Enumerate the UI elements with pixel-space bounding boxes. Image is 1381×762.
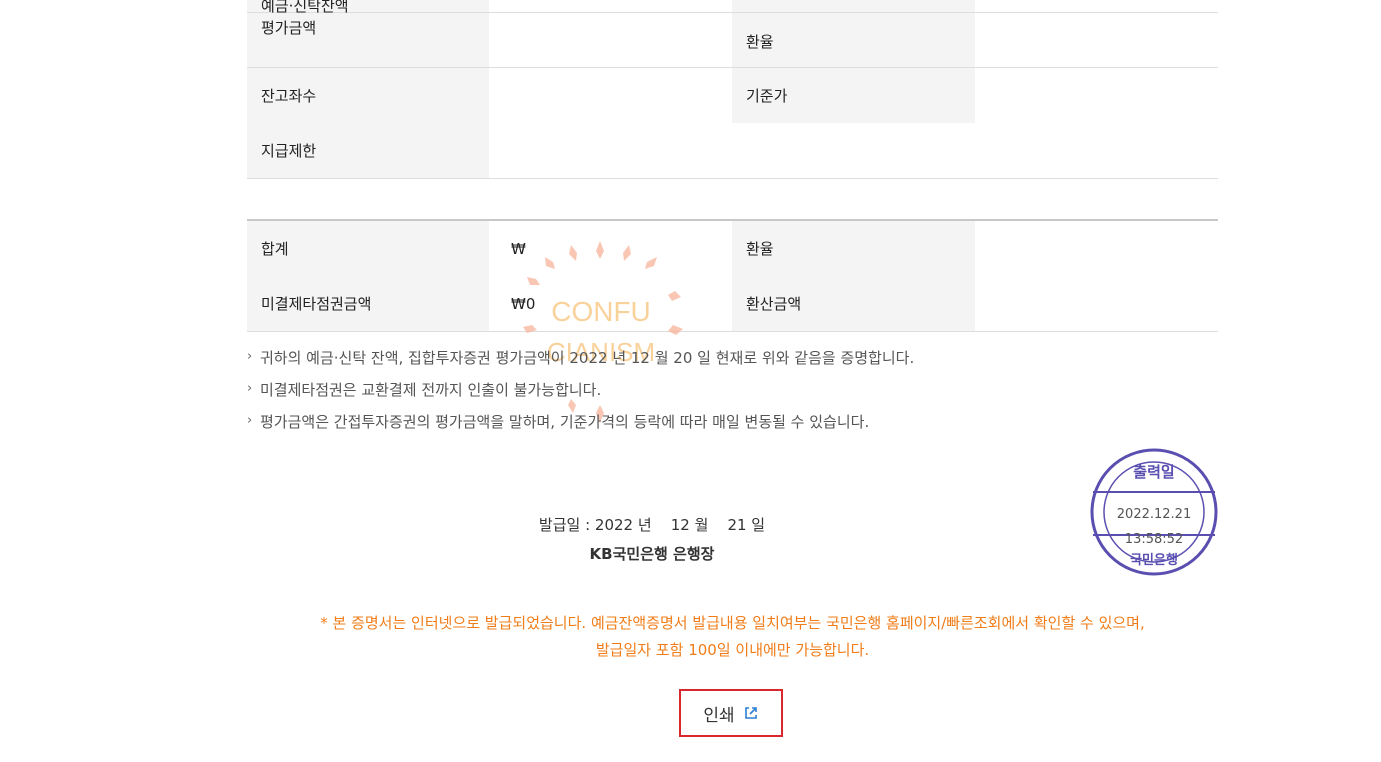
row-value-cell xyxy=(975,68,1218,123)
notice-item: › 평가금액은 간접투자증권의 평가금액을 말하며, 기준가격의 등락에 따라 … xyxy=(247,409,1218,441)
row-label-cell xyxy=(732,0,975,12)
notice-list: › 귀하의 예금·신탁 잔액, 집합투자증권 평가금액이 2022 년 12 월… xyxy=(247,345,1218,441)
row-label: 기준가 xyxy=(746,87,788,105)
chevron-right-icon: › xyxy=(247,349,253,364)
print-button[interactable]: 인쇄 xyxy=(679,689,783,737)
total-value: ₩ xyxy=(511,239,526,258)
row-value-cell xyxy=(489,68,732,123)
internet-issue-notice: * 본 증명서는 인터넷으로 발급되었습니다. 예금잔액증명서 발급내용 일치여… xyxy=(247,610,1218,664)
row-value-cell xyxy=(975,221,1218,276)
stamp-top-text: 출력일 xyxy=(1133,463,1174,481)
row-value-cell xyxy=(489,12,732,67)
notice-item: › 미결제타점권은 교환결제 전까지 인출이 불가능합니다. xyxy=(247,377,1218,409)
bank-name: KB국민은행 은행장 xyxy=(589,545,715,563)
row-value-cell xyxy=(975,12,1218,67)
uncleared-value: ₩0 xyxy=(511,294,536,313)
row-label-cell: 기준가 xyxy=(732,68,975,123)
table-row: 잔고좌수 기준가 xyxy=(247,68,1218,124)
chevron-right-icon: › xyxy=(247,381,253,396)
row-label-cell: 환율 xyxy=(732,12,975,67)
row-label-cell: 예금·신탁잔액 xyxy=(247,0,489,15)
row-label-cell: 합계 xyxy=(247,221,489,276)
row-value-cell xyxy=(489,123,1218,178)
row-label: 환율 xyxy=(746,33,774,51)
row-label-cell: 잔고좌수 xyxy=(247,68,489,123)
row-value-cell: ₩ xyxy=(489,221,732,276)
row-label-partial: 예금·신탁잔액 xyxy=(261,0,349,15)
notice-text: 귀하의 예금·신탁 잔액, 집합투자증권 평가금액이 2022 년 12 월 2… xyxy=(260,349,915,367)
row-label-cell: 평가금액 xyxy=(247,12,489,67)
row-value-cell: ₩0 xyxy=(489,276,732,331)
external-link-icon xyxy=(744,707,757,719)
row-label-cell: 미결제타점권금액 xyxy=(247,276,489,331)
row-label: 합계 xyxy=(261,240,289,258)
table-row: 지급제한 xyxy=(247,123,1218,179)
notice-line: * 본 증명서는 인터넷으로 발급되었습니다. 예금잔액증명서 발급내용 일치여… xyxy=(320,614,1145,632)
stamp-time: 13:58:52 xyxy=(1125,532,1183,547)
notice-item: › 귀하의 예금·신탁 잔액, 집합투자증권 평가금액이 2022 년 12 월… xyxy=(247,345,1218,377)
print-date-stamp: 출력일 2022.12.21 13:58:52 국민은행 xyxy=(1090,448,1218,576)
print-button-label: 인쇄 xyxy=(703,705,735,726)
row-label-cell: 환산금액 xyxy=(732,276,975,331)
row-label: 환산금액 xyxy=(746,295,802,313)
table-row: 미결제타점권금액 ₩0 환산금액 xyxy=(247,276,1218,332)
row-label-cell: 지급제한 xyxy=(247,123,489,178)
row-label: 미결제타점권금액 xyxy=(261,295,372,313)
issue-date: 발급일 : 2022 년 12 월 21 일 xyxy=(538,516,766,534)
row-label: 환율 xyxy=(746,240,774,258)
row-label: 지급제한 xyxy=(261,142,317,160)
row-label: 잔고좌수 xyxy=(261,87,317,105)
row-value-cell xyxy=(489,0,732,12)
table-row: 합계 ₩ 환율 xyxy=(247,221,1218,277)
table-row: 평가금액 환율 xyxy=(247,12,1218,68)
chevron-right-icon: › xyxy=(247,413,253,428)
stamp-bottom-text: 국민은행 xyxy=(1130,552,1178,568)
row-value-cell xyxy=(975,0,1218,12)
notice-text: 평가금액은 간접투자증권의 평가금액을 말하며, 기준가격의 등락에 따라 매일… xyxy=(260,413,870,431)
stamp-date: 2022.12.21 xyxy=(1117,507,1191,522)
table-row-partial: 예금·신탁잔액 xyxy=(247,0,1218,15)
row-value-cell xyxy=(975,276,1218,331)
row-label-cell: 환율 xyxy=(732,221,975,276)
notice-text: 미결제타점권은 교환결제 전까지 인출이 불가능합니다. xyxy=(260,381,602,399)
notice-line: 발급일자 포함 100일 이내에만 가능합니다. xyxy=(595,641,870,659)
